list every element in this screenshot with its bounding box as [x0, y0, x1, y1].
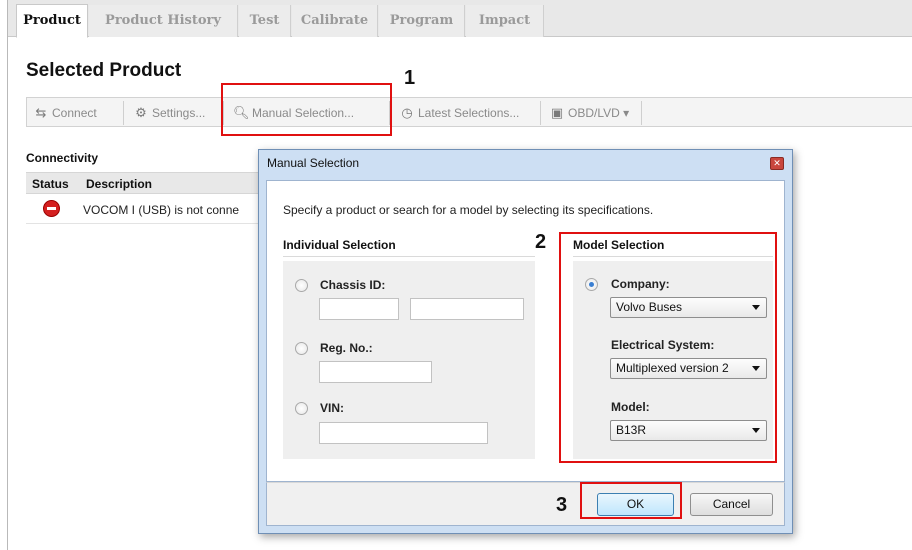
chassis-id-number-field[interactable] [410, 298, 524, 320]
reg-no-radio[interactable] [295, 342, 308, 355]
chevron-down-icon: ▾ [619, 106, 630, 120]
reg-no-label: Reg. No.: [320, 341, 373, 355]
connectivity-row-description: VOCOM I (USB) is not conne [83, 203, 240, 217]
chassis-id-radio[interactable] [295, 279, 308, 292]
row-divider [26, 223, 266, 224]
connect-label: Connect [52, 106, 97, 120]
section-divider [283, 256, 535, 257]
tab-bar: Product Product History Test Calibrate P… [8, 0, 912, 38]
annotation-number-1: 1 [404, 67, 416, 89]
toolbar-divider [540, 101, 541, 125]
vin-radio[interactable] [295, 402, 308, 415]
settings-label: Settings... [152, 106, 206, 120]
individual-selection-panel: Chassis ID: Reg. No.: VIN: [283, 261, 535, 459]
dialog-intro-text: Specify a product or search for a model … [283, 203, 654, 217]
dialog-title: Manual Selection [267, 156, 360, 170]
reg-no-field[interactable] [319, 361, 432, 383]
vin-label: VIN: [320, 401, 344, 415]
tab-product[interactable]: Product [16, 4, 88, 38]
highlight-box-manual-selection [221, 83, 392, 136]
tab-test[interactable]: Test [239, 5, 291, 37]
dialog-footer: OK Cancel [266, 482, 785, 526]
highlight-box-ok [580, 482, 682, 519]
close-icon[interactable]: ✕ [770, 157, 784, 170]
settings-button[interactable]: ⚙ Settings... [129, 102, 205, 124]
annotation-number-2: 2 [535, 231, 547, 253]
toolbar-divider [123, 101, 124, 125]
clock-icon: ◷ [401, 105, 413, 120]
error-status-icon [43, 200, 60, 217]
cancel-button[interactable]: Cancel [690, 493, 773, 516]
obd-lvd-label: OBD/LVD [568, 106, 620, 120]
vin-field[interactable] [319, 422, 488, 444]
document-icon: ▣ [550, 105, 564, 120]
obd-lvd-dropdown[interactable]: ▣ OBD/LVD ▾ [545, 102, 629, 124]
gear-icon: ⚙ [135, 105, 147, 120]
individual-selection-title: Individual Selection [283, 238, 396, 252]
description-column-header: Description [86, 177, 153, 191]
highlight-box-model-selection [559, 232, 777, 463]
connectivity-label: Connectivity [26, 151, 99, 165]
latest-selections-label: Latest Selections... [418, 106, 520, 120]
chassis-id-label: Chassis ID: [320, 278, 386, 292]
connect-icon: ⇆ [35, 105, 47, 120]
toolbar-divider [641, 101, 642, 125]
tab-calibrate[interactable]: Calibrate [292, 5, 378, 37]
page-title: Selected Product [26, 60, 182, 81]
tab-program[interactable]: Program [379, 5, 465, 37]
connectivity-grid-header: Status Description [26, 172, 266, 194]
latest-selections-button[interactable]: ◷ Latest Selections... [395, 102, 519, 124]
tab-impact[interactable]: Impact [466, 5, 544, 37]
status-column-header: Status [32, 177, 69, 191]
chassis-id-series-field[interactable] [319, 298, 399, 320]
connect-button[interactable]: ⇆ Connect [29, 102, 97, 124]
tab-product-history[interactable]: Product History [89, 5, 238, 37]
annotation-number-3: 3 [556, 494, 568, 516]
window-left-border [0, 0, 8, 550]
toolbar: ⇆ Connect ⚙ Settings... 🔍︎ Manual Selection… [26, 97, 912, 127]
